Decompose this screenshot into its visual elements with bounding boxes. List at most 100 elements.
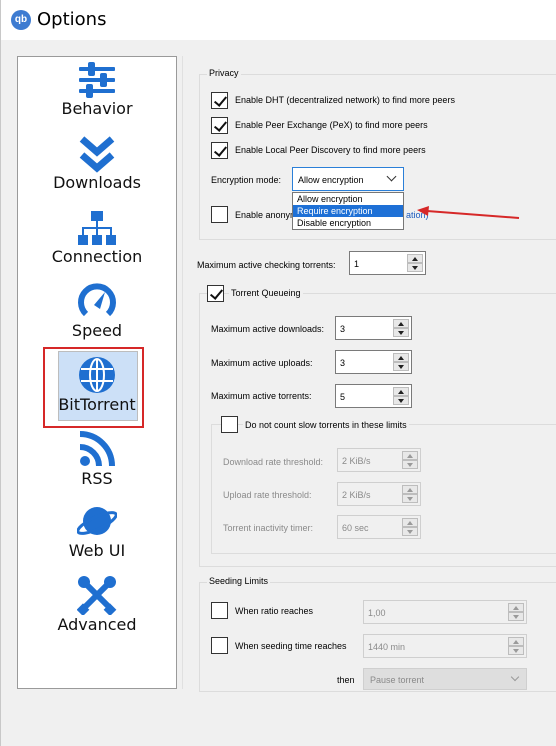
rss-icon: [79, 431, 115, 467]
seeding-action-select[interactable]: Pause torrent: [363, 668, 527, 690]
max-uploads-spinbox[interactable]: 3: [335, 350, 412, 374]
spin-up-icon[interactable]: [508, 637, 524, 646]
download-threshold-label: Download rate threshold:: [223, 457, 324, 467]
spin-down-icon[interactable]: [393, 328, 409, 337]
spin-up-icon[interactable]: [402, 451, 418, 460]
spinbox-arrows[interactable]: [393, 319, 409, 337]
spinbox-arrows[interactable]: [508, 603, 524, 621]
content-divider: [182, 56, 183, 689]
download-threshold-value: 2 KiB/s: [342, 456, 371, 466]
max-checking-label: Maximum active checking torrents:: [197, 260, 336, 270]
seeding-time-value: 1440 min: [368, 642, 406, 652]
spin-down-icon[interactable]: [402, 527, 418, 536]
spin-up-icon[interactable]: [402, 485, 418, 494]
spin-up-icon[interactable]: [393, 387, 409, 396]
spin-down-icon[interactable]: [508, 646, 524, 655]
encryption-option-allow[interactable]: Allow encryption: [293, 193, 403, 205]
sidebar-item-label: BitTorrent: [58, 395, 136, 414]
sidebar: Behavior Downloads Connection Speed BitT…: [17, 56, 177, 689]
spinbox-arrows[interactable]: [402, 485, 418, 503]
seeding-time-checkbox[interactable]: [211, 637, 228, 654]
sidebar-item-speed[interactable]: Speed: [18, 281, 176, 340]
spinbox-arrows[interactable]: [393, 387, 409, 405]
upload-threshold-value: 2 KiB/s: [342, 490, 371, 500]
sliders-icon: [79, 62, 115, 98]
spin-down-icon[interactable]: [393, 362, 409, 371]
encryption-mode-select[interactable]: Allow encryption: [292, 167, 404, 191]
sidebar-item-label: Advanced: [57, 615, 137, 634]
sidebar-item-label: Web UI: [68, 541, 126, 560]
spin-up-icon[interactable]: [402, 518, 418, 527]
ratio-limit-value: 1,00: [368, 608, 386, 618]
spin-up-icon[interactable]: [407, 254, 423, 263]
spin-up-icon[interactable]: [393, 319, 409, 328]
inactivity-timer-label: Torrent inactivity timer:: [223, 523, 314, 533]
max-torrents-value: 5: [340, 392, 346, 402]
seeding-limits-title: Seeding Limits: [207, 576, 271, 586]
lpd-checkbox[interactable]: [211, 142, 228, 159]
sidebar-item-behavior[interactable]: Behavior: [18, 61, 176, 118]
max-downloads-label: Maximum active downloads:: [211, 324, 325, 334]
sidebar-item-webui[interactable]: Web UI: [18, 501, 176, 560]
encryption-mode-label: Encryption mode:: [211, 175, 282, 185]
pex-checkbox[interactable]: [211, 117, 228, 134]
title-bar: qb Options: [1, 0, 556, 40]
sidebar-item-downloads[interactable]: Downloads: [18, 135, 176, 192]
spinbox-arrows[interactable]: [402, 518, 418, 536]
torrent-queueing-checkbox[interactable]: [207, 285, 224, 302]
then-label: then: [337, 675, 355, 685]
chevron-down-icon: [510, 672, 520, 682]
encryption-option-require[interactable]: Require encryption: [293, 205, 403, 217]
max-torrents-spinbox[interactable]: 5: [335, 384, 412, 408]
spin-down-icon[interactable]: [508, 612, 524, 621]
seeding-time-spinbox[interactable]: 1440 min: [363, 634, 527, 658]
sidebar-item-label: Speed: [71, 321, 123, 340]
sidebar-item-bittorrent[interactable]: BitTorrent: [18, 355, 176, 414]
ratio-limit-checkbox[interactable]: [211, 602, 228, 619]
torrent-queueing-label: Torrent Queueing: [229, 288, 303, 298]
spin-down-icon[interactable]: [393, 396, 409, 405]
spinbox-arrows[interactable]: [407, 254, 423, 272]
spin-down-icon[interactable]: [407, 263, 423, 272]
privacy-group-title: Privacy: [207, 68, 241, 78]
max-torrents-label: Maximum active torrents:: [211, 391, 312, 401]
spinbox-arrows[interactable]: [393, 353, 409, 371]
max-uploads-label: Maximum active uploads:: [211, 358, 313, 368]
spin-down-icon[interactable]: [402, 460, 418, 469]
seeding-time-label: When seeding time reaches: [235, 641, 347, 651]
sidebar-item-advanced[interactable]: Advanced: [18, 575, 176, 634]
spinbox-arrows[interactable]: [402, 451, 418, 469]
max-downloads-value: 3: [340, 324, 346, 334]
max-checking-spinbox[interactable]: 1: [349, 251, 426, 275]
sidebar-item-label: Behavior: [61, 99, 133, 118]
dht-checkbox[interactable]: [211, 92, 228, 109]
lpd-label: Enable Local Peer Discovery to find more…: [235, 145, 426, 155]
sidebar-item-label: RSS: [81, 469, 113, 488]
sidebar-item-connection[interactable]: Connection: [18, 209, 176, 266]
tools-icon: [77, 576, 117, 615]
inactivity-timer-spinbox[interactable]: 60 sec: [337, 515, 421, 539]
spin-up-icon[interactable]: [508, 603, 524, 612]
window-title: Options: [37, 9, 107, 30]
max-downloads-spinbox[interactable]: 3: [335, 316, 412, 340]
sidebar-item-rss[interactable]: RSS: [18, 429, 176, 488]
encryption-option-disable[interactable]: Disable encryption: [293, 217, 403, 229]
slow-torrents-checkbox[interactable]: [221, 416, 238, 433]
encryption-mode-dropdown: Allow encryption Require encryption Disa…: [292, 192, 404, 230]
encryption-mode-value: Allow encryption: [298, 175, 364, 185]
planet-icon: [77, 507, 117, 535]
anonymous-mode-checkbox[interactable]: [211, 206, 228, 223]
spin-up-icon[interactable]: [393, 353, 409, 362]
upload-threshold-spinbox[interactable]: 2 KiB/s: [337, 482, 421, 506]
qbittorrent-app-icon: qb: [11, 10, 31, 30]
speedometer-icon: [78, 283, 116, 317]
sidebar-item-label: Connection: [51, 247, 143, 266]
double-chevron-down-icon: [79, 136, 115, 173]
download-threshold-spinbox[interactable]: 2 KiB/s: [337, 448, 421, 472]
ratio-limit-spinbox[interactable]: 1,00: [363, 600, 527, 624]
anonymous-mode-label: Enable anonym: [235, 210, 298, 220]
inactivity-timer-value: 60 sec: [342, 523, 369, 533]
spin-down-icon[interactable]: [402, 494, 418, 503]
max-uploads-value: 3: [340, 358, 346, 368]
spinbox-arrows[interactable]: [508, 637, 524, 655]
